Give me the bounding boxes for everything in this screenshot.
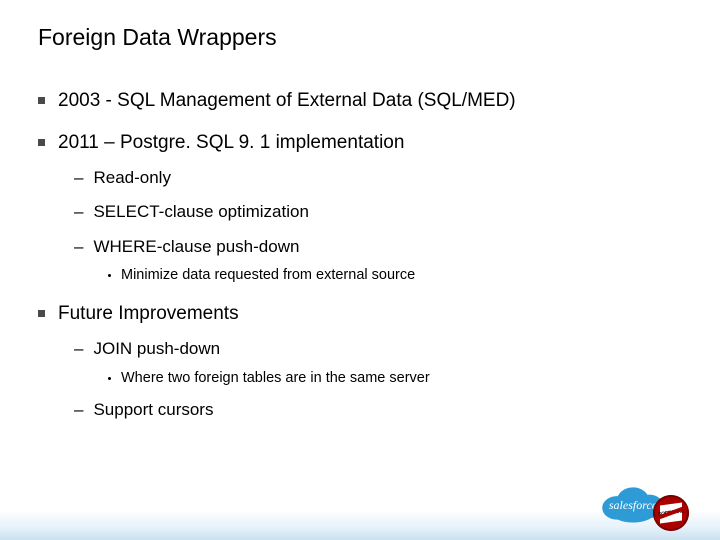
list-item-text: 2011 – Postgre. SQL 9. 1 implementation (58, 132, 404, 154)
list-item: – SELECT-clause optimization (74, 202, 682, 222)
bullet-list-lvl2: – Read-only – SELECT-clause optimization… (74, 168, 682, 283)
list-item-text: JOIN push-down (93, 339, 220, 359)
list-item-text: WHERE-clause push-down (93, 237, 299, 257)
list-item-text: Minimize data requested from external so… (121, 267, 415, 283)
list-item-text: Future Improvements (58, 303, 239, 325)
bullet-list-lvl3: Minimize data requested from external so… (108, 267, 682, 283)
list-item: Where two foreign tables are in the same… (108, 370, 682, 386)
dash-bullet-icon: – (74, 168, 83, 188)
list-item: – Read-only (74, 168, 682, 188)
list-item: – JOIN push-down Where two foreign table… (74, 339, 682, 385)
bullet-list-lvl1: 2003 - SQL Management of External Data (… (38, 90, 682, 420)
list-item-text: Where two foreign tables are in the same… (121, 370, 430, 386)
square-bullet-icon (38, 139, 45, 146)
list-item: 2003 - SQL Management of External Data (… (38, 90, 682, 112)
bullet-list-lvl2: – JOIN push-down Where two foreign table… (74, 339, 682, 420)
dash-bullet-icon: – (74, 237, 83, 257)
square-bullet-icon (38, 310, 45, 317)
list-item: – WHERE-clause push-down Minimize data r… (74, 237, 682, 283)
list-item: 2011 – Postgre. SQL 9. 1 implementation … (38, 132, 682, 283)
square-bullet-icon (38, 97, 45, 104)
dash-bullet-icon: – (74, 400, 83, 420)
list-item-text: Read-only (93, 168, 171, 188)
slide-title: Foreign Data Wrappers (38, 24, 277, 51)
list-item: Future Improvements – JOIN push-down (38, 303, 682, 420)
slide-footer: salesforce SOFTWARE (0, 476, 720, 540)
list-item-text: 2003 - SQL Management of External Data (… (58, 90, 516, 112)
slide-content: 2003 - SQL Management of External Data (… (38, 90, 682, 440)
dot-bullet-icon (108, 274, 111, 277)
slide: Foreign Data Wrappers 2003 - SQL Managem… (0, 0, 720, 540)
list-item-text: Support cursors (93, 400, 213, 420)
dot-bullet-icon (108, 377, 111, 380)
bullet-list-lvl3: Where two foreign tables are in the same… (108, 370, 682, 386)
list-item: Minimize data requested from external so… (108, 267, 682, 283)
list-item: – Support cursors (74, 400, 682, 420)
salesforce-logo: salesforce SOFTWARE (596, 474, 692, 534)
dash-bullet-icon: – (74, 202, 83, 222)
list-item-text: SELECT-clause optimization (93, 202, 308, 222)
dash-bullet-icon: – (74, 339, 83, 359)
no-software-stamp-icon: SOFTWARE (650, 492, 692, 534)
